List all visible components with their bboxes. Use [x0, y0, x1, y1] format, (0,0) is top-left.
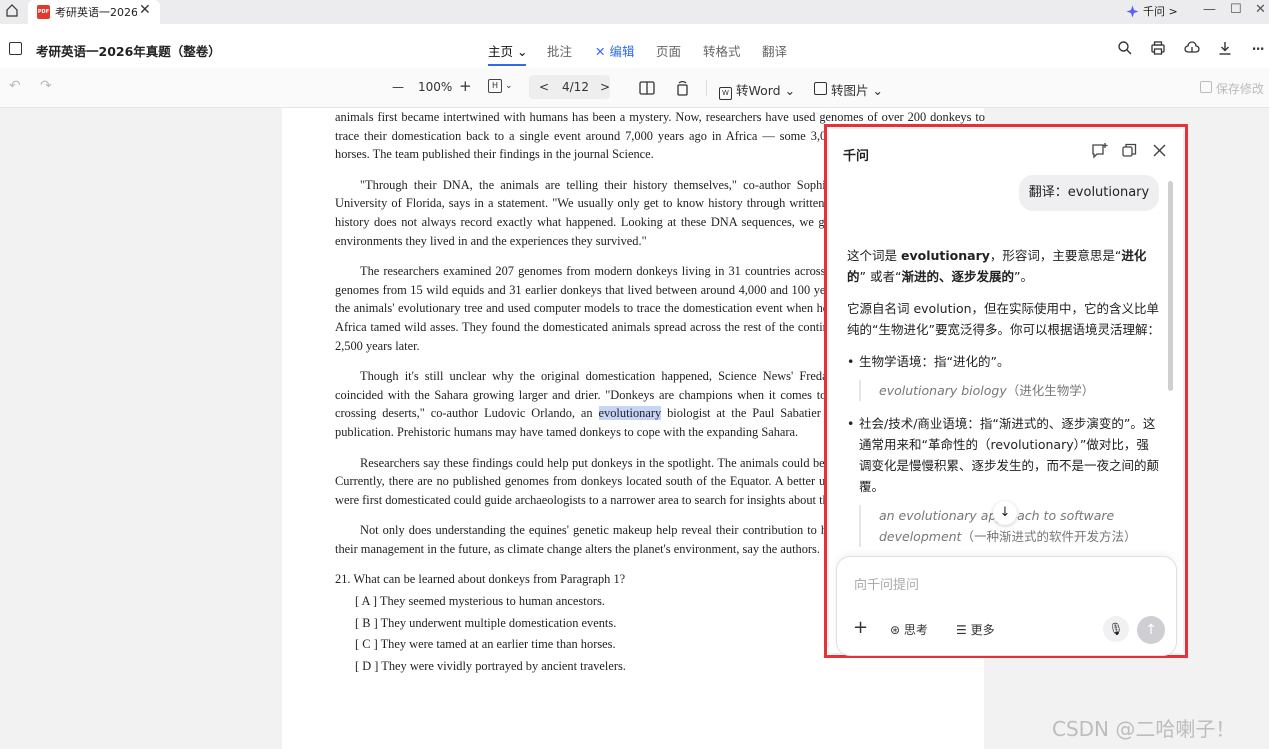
- save-changes-button[interactable]: 保存修改: [1200, 80, 1264, 97]
- document-tab[interactable]: PDF 考研英语一2026年真题（整卷） ✕: [28, 0, 160, 24]
- qianwen-logo-icon: [1126, 5, 1139, 17]
- prompt-input[interactable]: 向千问提问 + ⊛ 思考 ☰ 更多 🎙 ↑: [836, 556, 1177, 656]
- answer-paragraph: 它源自名词 evolution，但在实际使用中，它的含义比单纯的“生物进化”要宽…: [847, 301, 1160, 337]
- qianwen-launcher[interactable]: 千问 >: [1126, 3, 1178, 19]
- zoom-level[interactable]: 100%: [418, 80, 452, 94]
- fit-height-icon[interactable]: H: [488, 79, 502, 93]
- active-tab-indicator: [488, 64, 526, 66]
- redo-icon[interactable]: ↷: [40, 78, 52, 94]
- scrollbar[interactable]: [1168, 181, 1173, 391]
- maximize-button[interactable]: ☐: [1230, 2, 1242, 17]
- tab-convert[interactable]: 转格式: [703, 41, 741, 60]
- to-word-button[interactable]: W 转Word ⌄: [719, 80, 795, 100]
- next-page-button[interactable]: >: [600, 80, 610, 94]
- close-icon[interactable]: [1151, 142, 1168, 159]
- pdf-icon: PDF: [37, 5, 50, 19]
- panel-title: 千问: [843, 149, 870, 164]
- list-icon: ☰: [956, 623, 967, 637]
- think-icon: ⊛: [890, 623, 901, 637]
- sidebar-toggle-icon[interactable]: [9, 42, 22, 55]
- qianwen-label: 千问 >: [1143, 5, 1178, 18]
- example-quote: evolutionary biology（进化生物学）: [859, 380, 1160, 401]
- popout-icon[interactable]: [1121, 142, 1138, 159]
- cloud-upload-icon[interactable]: [1184, 40, 1200, 56]
- image-icon: [814, 82, 827, 95]
- zoom-out-button[interactable]: —: [392, 80, 404, 94]
- chevron-down-icon: ⌄: [517, 44, 528, 59]
- chevron-down-icon[interactable]: ⌄: [505, 81, 513, 91]
- rotate-icon[interactable]: [675, 80, 690, 96]
- close-window-button[interactable]: ✕: [1255, 2, 1266, 17]
- search-icon[interactable]: [1117, 40, 1133, 56]
- print-icon[interactable]: [1150, 40, 1166, 56]
- view-toolbar: ↶ ↷ — 100% + H ⌄ < 4/12 > W 转Word ⌄ 转图片 …: [0, 68, 1269, 108]
- to-image-button[interactable]: 转图片 ⌄: [814, 80, 883, 99]
- more-button[interactable]: ☰ 更多: [956, 621, 995, 638]
- option: [ D ] They were vividly portrayed by anc…: [355, 658, 626, 673]
- panel-body: 千问 翻译：evolutionary 这个词是 evolutionary，形容词…: [829, 129, 1183, 656]
- tab-title: 考研英语一2026年真题（整卷）: [55, 6, 137, 19]
- zoom-in-button[interactable]: +: [459, 77, 472, 95]
- qianwen-panel: 千问 翻译：evolutionary 这个词是 evolutionary，形容词…: [824, 124, 1188, 658]
- save-icon: [1200, 81, 1212, 93]
- watermark: CSDN @二哈喇子！: [1052, 717, 1236, 741]
- word-icon: W: [719, 87, 732, 100]
- two-page-view-icon[interactable]: [639, 81, 655, 95]
- bullet-item: 生物学语境：指“进化的”。: [847, 351, 1160, 372]
- prev-page-button[interactable]: <: [539, 80, 549, 94]
- more-options-icon[interactable]: ⋯: [1252, 41, 1265, 56]
- send-button[interactable]: ↑: [1137, 616, 1165, 644]
- add-attachment-button[interactable]: +: [853, 617, 868, 638]
- edit-magic-icon: ✕: [595, 44, 606, 59]
- microphone-icon[interactable]: 🎙: [1103, 616, 1129, 642]
- download-icon[interactable]: [1217, 40, 1233, 56]
- selected-word[interactable]: evolutionary: [598, 406, 662, 421]
- undo-icon[interactable]: ↶: [9, 78, 21, 94]
- close-tab-icon[interactable]: ✕: [139, 2, 151, 18]
- think-button[interactable]: ⊛ 思考: [890, 621, 928, 638]
- tab-home[interactable]: 主页 ⌄: [488, 41, 527, 60]
- tab-edit[interactable]: ✕ 编辑: [595, 41, 634, 60]
- new-chat-icon[interactable]: [1091, 142, 1108, 159]
- document-title: 考研英语一2026年真题（整卷）: [36, 44, 221, 59]
- page-indicator[interactable]: 4/12: [562, 80, 589, 94]
- divider: [706, 80, 707, 96]
- tab-bar: PDF 考研英语一2026年真题（整卷） ✕ 千问 > — ☐ ✕: [0, 0, 1269, 24]
- minimize-button[interactable]: —: [1203, 2, 1216, 17]
- answer-paragraph: 这个词是 evolutionary，形容词，主要意思是“进化的” 或者“渐进的、…: [847, 248, 1147, 284]
- prompt-placeholder: 向千问提问: [854, 578, 920, 593]
- tab-annotate[interactable]: 批注: [547, 41, 572, 60]
- scroll-down-button[interactable]: ↓: [993, 501, 1017, 525]
- tab-translate[interactable]: 翻译: [762, 41, 787, 60]
- home-icon[interactable]: [6, 4, 18, 17]
- user-message: 翻译：evolutionary: [1019, 175, 1159, 211]
- tab-page[interactable]: 页面: [656, 41, 681, 60]
- main-header: 考研英语一2026年真题（整卷） 主页 ⌄ 批注 ✕ 编辑 页面 转格式 翻译 …: [0, 24, 1269, 69]
- bullet-item: 社会/技术/商业语境：指“渐进式的、逐步演变的”。这通常用来和“革命性的（rev…: [847, 413, 1160, 497]
